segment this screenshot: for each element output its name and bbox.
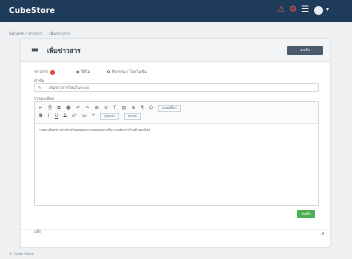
menu-icon[interactable]: ☰: [301, 5, 309, 16]
source-button[interactable]: แหล่งที่มา: [158, 105, 181, 112]
underline-button[interactable]: U: [55, 114, 58, 119]
brand-logo[interactable]: CubeStore: [9, 6, 55, 15]
top-navbar: CubeStore ⚠ ⚙ ☰ ▾: [0, 0, 352, 22]
editor-statusbar: แท็ก ◢: [21, 229, 330, 238]
toolbar-row-1: ⇤ ⎘ ⧉ 🖶 ↶ ↷ ⊞ ≡ T ▤ ≣ ¶ Ω แหล่งที่มา: [39, 104, 185, 112]
subscript-button[interactable]: x₂: [82, 114, 87, 119]
toolbar-button[interactable]: ▤: [122, 106, 126, 111]
superscript-button[interactable]: x²: [72, 114, 77, 119]
quote-button[interactable]: ❝: [92, 114, 94, 119]
panel-header: ▬ เพิ่มข่าวสาร ◂ กลับ: [21, 39, 330, 62]
toolbar-button[interactable]: ≡: [104, 106, 108, 111]
size-select[interactable]: ขนาด: [124, 113, 141, 120]
toolbar-row-2: B I U S x² x₂ ❝ รูปแบบ ขนาด: [39, 113, 145, 120]
breadcrumb: หน้าหลัก / ข่าวสาร เพิ่มข่าวสาร: [9, 30, 76, 37]
type-option-video[interactable]: ◉ วิดีโอ: [76, 68, 90, 75]
toolbar-button[interactable]: ⧉: [57, 106, 60, 111]
toolbar-button[interactable]: ⎘: [48, 106, 52, 111]
strike-button[interactable]: S: [64, 114, 67, 119]
rich-text-editor[interactable]: ⇤ ⎘ ⧉ 🖶 ↶ ↷ ⊞ ≡ T ▤ ≣ ¶ Ω แหล่งที่มา B I…: [34, 101, 319, 206]
toolbar-button[interactable]: ⊞: [95, 106, 99, 111]
italic-button[interactable]: I: [48, 114, 49, 119]
toolbar-button[interactable]: T: [113, 106, 116, 111]
title-input-value: เพิ่มข่าวสารใหม่ในระบบ: [49, 85, 89, 90]
page-title: เพิ่มข่าวสาร: [47, 47, 81, 55]
type-option-promotion[interactable]: ✿ กิจกรรม / โปรโมชั่น: [107, 68, 147, 75]
chevron-down-icon[interactable]: ▾: [326, 6, 329, 13]
avatar[interactable]: [314, 6, 323, 15]
settings-icon[interactable]: ⚙: [289, 5, 297, 16]
back-button[interactable]: ◂ กลับ: [287, 46, 323, 55]
newspaper-icon: ▬: [31, 45, 39, 54]
format-select[interactable]: รูปแบบ: [100, 113, 119, 120]
type-option-news[interactable]: ข่าวสาร: [34, 68, 56, 75]
editor-content[interactable]: รายละเอียดข่าวสารสำหรับทดสอบการแสดงผลภาย…: [39, 128, 150, 133]
selected-indicator: [50, 69, 56, 75]
toolbar-button[interactable]: ⇤: [39, 106, 43, 111]
tags-label: แท็ก: [34, 229, 42, 234]
breadcrumb-link[interactable]: หน้าหลัก / ข่าวสาร: [9, 31, 42, 36]
toolbar-button[interactable]: ↷: [85, 106, 89, 111]
toolbar-button[interactable]: Ω: [149, 106, 153, 111]
footer-text: © Cube Store: [9, 252, 34, 256]
title-input[interactable]: ✎ เพิ่มข่าวสารใหม่ในระบบ: [34, 83, 319, 92]
breadcrumb-current: เพิ่มข่าวสาร: [49, 31, 71, 36]
bold-button[interactable]: B: [39, 114, 43, 119]
alert-icon[interactable]: ⚠: [277, 5, 285, 16]
toolbar-button[interactable]: ↶: [76, 106, 80, 111]
type-option-label: ข่าวสาร: [34, 69, 49, 74]
edit-icon: ✎: [38, 85, 42, 90]
main-panel: ▬ เพิ่มข่าวสาร ◂ กลับ ข่าวสาร ◉ วิดีโอ ✿…: [20, 38, 331, 248]
toolbar-button[interactable]: 🖶: [66, 106, 70, 111]
resize-handle-icon[interactable]: ◢: [321, 230, 324, 235]
toolbar-button[interactable]: ¶: [141, 106, 144, 111]
editor-toolbar: ⇤ ⎘ ⧉ 🖶 ↶ ↷ ⊞ ≡ T ▤ ≣ ¶ Ω แหล่งที่มา B I…: [35, 102, 318, 124]
toolbar-button[interactable]: ≣: [131, 106, 135, 111]
save-button[interactable]: บันทึก: [297, 210, 315, 218]
